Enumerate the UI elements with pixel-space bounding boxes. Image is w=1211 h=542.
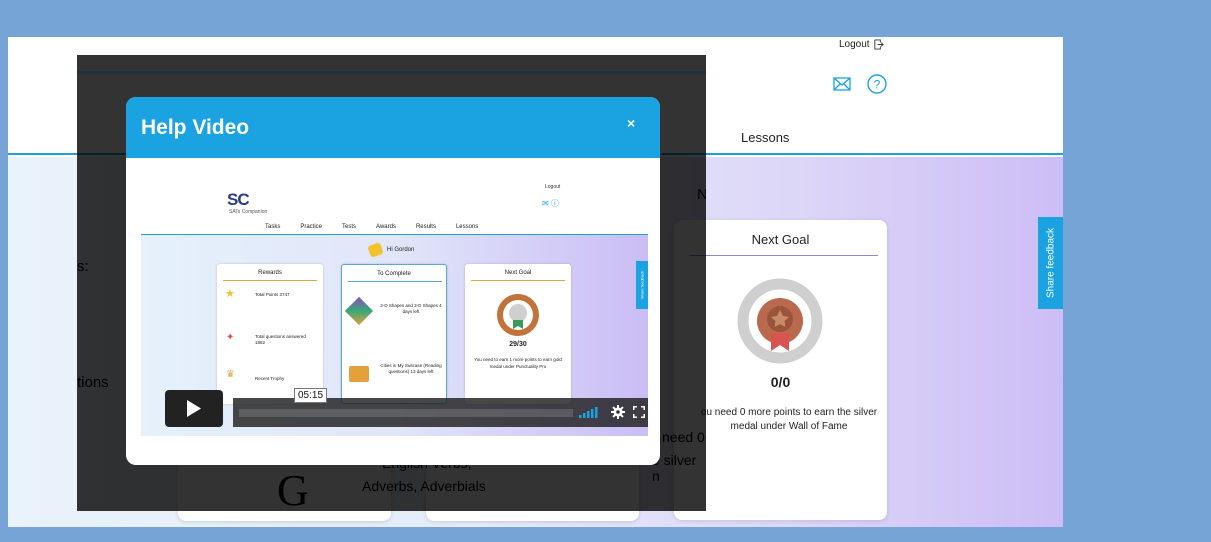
trophy-icon: ♛	[226, 369, 235, 380]
progress-bar[interactable]: 05:15	[233, 388, 648, 427]
help-icon[interactable]: ?	[867, 74, 887, 94]
fullscreen-icon[interactable]	[633, 406, 645, 418]
video-reward-item: Recent Trophy	[255, 376, 285, 381]
svg-text:?: ?	[874, 78, 881, 92]
play-button[interactable]	[165, 390, 223, 427]
shape-icon	[344, 296, 374, 326]
video-share-label: Share feedback	[639, 270, 645, 300]
bg-fragment-need: need 0	[662, 429, 705, 445]
video-nav-item: Results	[415, 224, 436, 230]
modal-title: Help Video	[141, 116, 250, 139]
divider	[471, 280, 565, 281]
video-reward-item: Total Points 3747	[255, 292, 290, 297]
bg-fragment-adverbs: Adverbs, Adverbials	[362, 478, 486, 494]
logout-icon	[873, 39, 884, 50]
share-feedback-tab[interactable]: Share feedback	[1038, 217, 1063, 309]
mail-icon[interactable]	[833, 77, 851, 91]
seek-track[interactable]	[239, 409, 573, 417]
video-next-goal-title: Next Goal	[504, 270, 532, 276]
video-nav: Tasks Practice Tests Awards Results Less…	[265, 224, 478, 230]
party-icon: ✦	[226, 332, 235, 343]
video-next-goal-card: Next Goal 29/30 You need to earn 1 more …	[465, 264, 571, 404]
video-to-complete-title: To Complete	[377, 271, 411, 277]
backdrop-line	[77, 71, 706, 74]
video-nav-item: Tasks	[265, 224, 281, 230]
video-timestamp: 05:15	[294, 388, 328, 403]
logout-link[interactable]: Logout	[839, 39, 884, 50]
divider	[348, 281, 442, 282]
video-player[interactable]: SC SATs Companion Logout ✉ ⓘ Tasks Pract…	[141, 172, 648, 436]
help-video-modal: Help Video × SC SATs Companion Logout ✉ …	[126, 97, 660, 465]
greeting-icon	[367, 242, 384, 258]
play-icon	[187, 400, 201, 417]
gold-medal-icon	[497, 294, 539, 336]
video-goal-score: 29/30	[509, 341, 527, 348]
bg-fragment-g: G	[277, 466, 309, 511]
video-controls: 05:15	[165, 388, 648, 427]
video-greeting: Hi Gordon	[387, 247, 415, 253]
close-icon[interactable]: ×	[627, 115, 635, 131]
video-goal-text: You need to earn 1 more points to earn g…	[474, 357, 562, 369]
video-rewards-card: Rewards ★ Total Points 3747 ✦ Total ques…	[217, 264, 323, 404]
video-reward-item: Total questions answered 1882	[255, 334, 306, 345]
suitcase-icon	[349, 366, 369, 382]
bg-fragment-tions: tions	[77, 374, 109, 391]
video-rewards-title: Rewards	[258, 270, 282, 276]
video-nav-item: Practice	[300, 224, 323, 230]
header-icons: ?	[833, 74, 887, 94]
nav-lessons[interactable]: Lessons	[741, 130, 789, 145]
volume-icon[interactable]	[579, 407, 601, 418]
divider	[223, 280, 317, 281]
gear-icon[interactable]	[611, 405, 625, 419]
modal-header: Help Video ×	[126, 97, 660, 158]
video-header-icons: ✉ ⓘ	[542, 199, 559, 208]
video-logo-sub: SATs Companion	[229, 209, 268, 215]
video-to-complete-card: To Complete 2-D Shapes and 3-D Shapes 4 …	[341, 264, 447, 404]
divider	[690, 255, 878, 256]
video-task-item: Cities in My Suitcase (Reading questions…	[380, 363, 442, 374]
share-feedback-label: Share feedback	[1045, 227, 1056, 299]
bg-fragment-s: s:	[77, 258, 89, 275]
star-icon: ★	[225, 288, 235, 300]
logout-label: Logout	[839, 39, 870, 50]
bg-fragment-silver: e silver n	[652, 452, 697, 484]
video-nav-item: Awards	[376, 224, 396, 230]
video-nav-item: Tests	[342, 224, 357, 230]
video-logout: Logout	[545, 184, 561, 190]
video-nav-item: Lessons	[455, 224, 479, 230]
video-logo: SC	[227, 190, 250, 209]
bronze-medal-icon	[737, 278, 823, 364]
video-task-item: 2-D Shapes and 3-D Shapes 4 days left	[380, 303, 442, 314]
bg-fragment-n: N	[697, 186, 706, 203]
video-share-feedback: Share feedback	[636, 261, 648, 309]
next-goal-text: ou need 0 more points to earn the silver…	[700, 407, 878, 432]
